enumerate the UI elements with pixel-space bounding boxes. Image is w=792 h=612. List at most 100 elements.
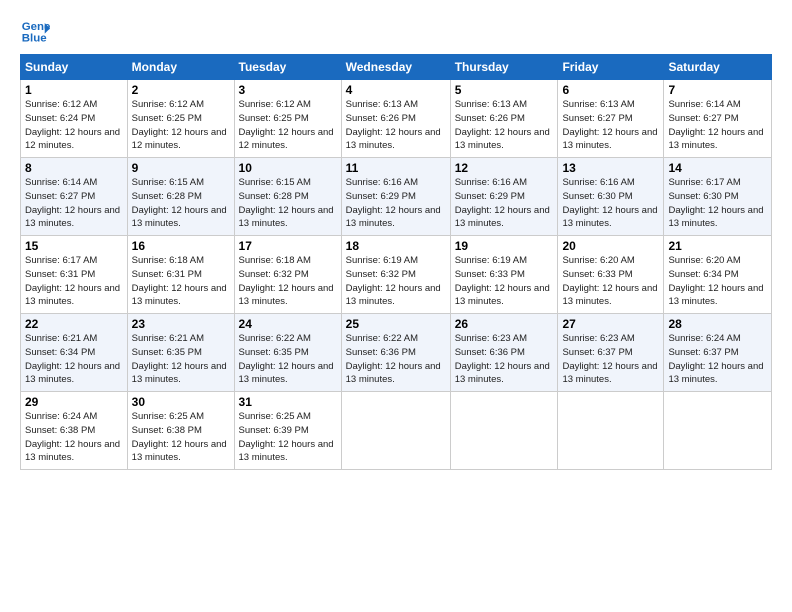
day-number: 21 (668, 239, 767, 253)
day-info: Sunrise: 6:20 AMSunset: 6:33 PMDaylight:… (562, 255, 657, 307)
day-info: Sunrise: 6:24 AMSunset: 6:38 PMDaylight:… (25, 411, 120, 463)
calendar-week-5: 29 Sunrise: 6:24 AMSunset: 6:38 PMDaylig… (21, 392, 772, 470)
day-info: Sunrise: 6:16 AMSunset: 6:29 PMDaylight:… (346, 177, 441, 229)
weekday-header-saturday: Saturday (664, 55, 772, 80)
day-number: 4 (346, 83, 446, 97)
day-number: 16 (132, 239, 230, 253)
day-info: Sunrise: 6:20 AMSunset: 6:34 PMDaylight:… (668, 255, 763, 307)
calendar-cell: 21 Sunrise: 6:20 AMSunset: 6:34 PMDaylig… (664, 236, 772, 314)
calendar-table: SundayMondayTuesdayWednesdayThursdayFrid… (20, 54, 772, 470)
day-info: Sunrise: 6:19 AMSunset: 6:33 PMDaylight:… (455, 255, 550, 307)
day-number: 9 (132, 161, 230, 175)
day-number: 2 (132, 83, 230, 97)
calendar-cell: 23 Sunrise: 6:21 AMSunset: 6:35 PMDaylig… (127, 314, 234, 392)
calendar-week-1: 1 Sunrise: 6:12 AMSunset: 6:24 PMDayligh… (21, 80, 772, 158)
calendar-cell (558, 392, 664, 470)
day-number: 13 (562, 161, 659, 175)
calendar-cell: 11 Sunrise: 6:16 AMSunset: 6:29 PMDaylig… (341, 158, 450, 236)
weekday-header-monday: Monday (127, 55, 234, 80)
day-info: Sunrise: 6:16 AMSunset: 6:29 PMDaylight:… (455, 177, 550, 229)
day-info: Sunrise: 6:22 AMSunset: 6:36 PMDaylight:… (346, 333, 441, 385)
calendar-week-4: 22 Sunrise: 6:21 AMSunset: 6:34 PMDaylig… (21, 314, 772, 392)
day-number: 10 (239, 161, 337, 175)
calendar-cell: 28 Sunrise: 6:24 AMSunset: 6:37 PMDaylig… (664, 314, 772, 392)
day-number: 20 (562, 239, 659, 253)
day-info: Sunrise: 6:12 AMSunset: 6:25 PMDaylight:… (239, 99, 334, 151)
day-info: Sunrise: 6:15 AMSunset: 6:28 PMDaylight:… (132, 177, 227, 229)
calendar-cell: 18 Sunrise: 6:19 AMSunset: 6:32 PMDaylig… (341, 236, 450, 314)
day-number: 23 (132, 317, 230, 331)
day-number: 22 (25, 317, 123, 331)
weekday-header-wednesday: Wednesday (341, 55, 450, 80)
calendar-cell: 19 Sunrise: 6:19 AMSunset: 6:33 PMDaylig… (450, 236, 558, 314)
calendar-cell: 2 Sunrise: 6:12 AMSunset: 6:25 PMDayligh… (127, 80, 234, 158)
day-info: Sunrise: 6:21 AMSunset: 6:34 PMDaylight:… (25, 333, 120, 385)
day-info: Sunrise: 6:13 AMSunset: 6:26 PMDaylight:… (346, 99, 441, 151)
day-info: Sunrise: 6:18 AMSunset: 6:31 PMDaylight:… (132, 255, 227, 307)
day-number: 19 (455, 239, 554, 253)
calendar-cell: 26 Sunrise: 6:23 AMSunset: 6:36 PMDaylig… (450, 314, 558, 392)
calendar-cell: 4 Sunrise: 6:13 AMSunset: 6:26 PMDayligh… (341, 80, 450, 158)
day-info: Sunrise: 6:18 AMSunset: 6:32 PMDaylight:… (239, 255, 334, 307)
day-number: 28 (668, 317, 767, 331)
day-info: Sunrise: 6:25 AMSunset: 6:39 PMDaylight:… (239, 411, 334, 463)
calendar-cell: 31 Sunrise: 6:25 AMSunset: 6:39 PMDaylig… (234, 392, 341, 470)
calendar-week-2: 8 Sunrise: 6:14 AMSunset: 6:27 PMDayligh… (21, 158, 772, 236)
calendar-cell: 3 Sunrise: 6:12 AMSunset: 6:25 PMDayligh… (234, 80, 341, 158)
day-number: 7 (668, 83, 767, 97)
day-number: 5 (455, 83, 554, 97)
calendar-cell (341, 392, 450, 470)
weekday-header-thursday: Thursday (450, 55, 558, 80)
calendar-cell: 25 Sunrise: 6:22 AMSunset: 6:36 PMDaylig… (341, 314, 450, 392)
weekday-header-tuesday: Tuesday (234, 55, 341, 80)
header: General Blue (20, 16, 772, 46)
logo-icon: General Blue (20, 16, 50, 46)
calendar-cell: 12 Sunrise: 6:16 AMSunset: 6:29 PMDaylig… (450, 158, 558, 236)
calendar-cell (664, 392, 772, 470)
day-number: 31 (239, 395, 337, 409)
day-number: 1 (25, 83, 123, 97)
day-info: Sunrise: 6:25 AMSunset: 6:38 PMDaylight:… (132, 411, 227, 463)
calendar-cell: 5 Sunrise: 6:13 AMSunset: 6:26 PMDayligh… (450, 80, 558, 158)
day-number: 26 (455, 317, 554, 331)
day-number: 30 (132, 395, 230, 409)
day-number: 24 (239, 317, 337, 331)
calendar-cell: 1 Sunrise: 6:12 AMSunset: 6:24 PMDayligh… (21, 80, 128, 158)
day-number: 11 (346, 161, 446, 175)
day-info: Sunrise: 6:17 AMSunset: 6:31 PMDaylight:… (25, 255, 120, 307)
calendar-week-3: 15 Sunrise: 6:17 AMSunset: 6:31 PMDaylig… (21, 236, 772, 314)
day-number: 3 (239, 83, 337, 97)
calendar-cell: 13 Sunrise: 6:16 AMSunset: 6:30 PMDaylig… (558, 158, 664, 236)
day-number: 25 (346, 317, 446, 331)
calendar-cell: 7 Sunrise: 6:14 AMSunset: 6:27 PMDayligh… (664, 80, 772, 158)
day-info: Sunrise: 6:15 AMSunset: 6:28 PMDaylight:… (239, 177, 334, 229)
day-info: Sunrise: 6:19 AMSunset: 6:32 PMDaylight:… (346, 255, 441, 307)
day-info: Sunrise: 6:24 AMSunset: 6:37 PMDaylight:… (668, 333, 763, 385)
calendar-cell: 8 Sunrise: 6:14 AMSunset: 6:27 PMDayligh… (21, 158, 128, 236)
day-number: 18 (346, 239, 446, 253)
day-number: 17 (239, 239, 337, 253)
calendar-cell: 29 Sunrise: 6:24 AMSunset: 6:38 PMDaylig… (21, 392, 128, 470)
calendar-cell: 17 Sunrise: 6:18 AMSunset: 6:32 PMDaylig… (234, 236, 341, 314)
page: General Blue SundayMondayTuesdayWednesda… (0, 0, 792, 612)
day-info: Sunrise: 6:14 AMSunset: 6:27 PMDaylight:… (668, 99, 763, 151)
day-info: Sunrise: 6:14 AMSunset: 6:27 PMDaylight:… (25, 177, 120, 229)
calendar-cell: 15 Sunrise: 6:17 AMSunset: 6:31 PMDaylig… (21, 236, 128, 314)
calendar-cell: 22 Sunrise: 6:21 AMSunset: 6:34 PMDaylig… (21, 314, 128, 392)
day-number: 6 (562, 83, 659, 97)
day-number: 14 (668, 161, 767, 175)
day-info: Sunrise: 6:21 AMSunset: 6:35 PMDaylight:… (132, 333, 227, 385)
day-info: Sunrise: 6:23 AMSunset: 6:37 PMDaylight:… (562, 333, 657, 385)
day-number: 8 (25, 161, 123, 175)
day-number: 15 (25, 239, 123, 253)
day-info: Sunrise: 6:22 AMSunset: 6:35 PMDaylight:… (239, 333, 334, 385)
calendar-cell: 9 Sunrise: 6:15 AMSunset: 6:28 PMDayligh… (127, 158, 234, 236)
day-info: Sunrise: 6:23 AMSunset: 6:36 PMDaylight:… (455, 333, 550, 385)
day-info: Sunrise: 6:13 AMSunset: 6:26 PMDaylight:… (455, 99, 550, 151)
calendar-cell: 16 Sunrise: 6:18 AMSunset: 6:31 PMDaylig… (127, 236, 234, 314)
calendar-cell: 20 Sunrise: 6:20 AMSunset: 6:33 PMDaylig… (558, 236, 664, 314)
day-info: Sunrise: 6:16 AMSunset: 6:30 PMDaylight:… (562, 177, 657, 229)
day-info: Sunrise: 6:13 AMSunset: 6:27 PMDaylight:… (562, 99, 657, 151)
day-number: 27 (562, 317, 659, 331)
calendar-cell: 30 Sunrise: 6:25 AMSunset: 6:38 PMDaylig… (127, 392, 234, 470)
